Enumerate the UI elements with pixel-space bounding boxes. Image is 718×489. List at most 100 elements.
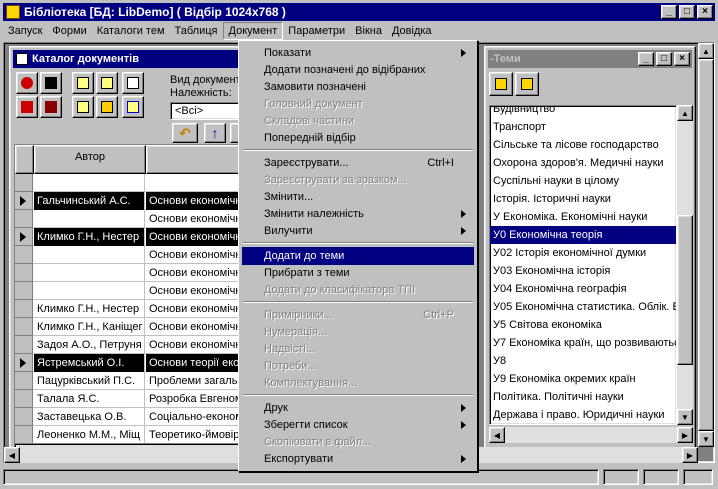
theme-tool-1[interactable] <box>489 72 513 96</box>
menu-item[interactable]: Додати до теми <box>242 247 474 265</box>
cell-author[interactable] <box>34 264 145 282</box>
theme-item[interactable]: Політика. Політичні науки <box>490 388 676 406</box>
edit-doc-button[interactable] <box>96 72 118 94</box>
row-indicator[interactable] <box>15 210 33 228</box>
menu-item[interactable]: Додати позначені до відібраних <box>242 61 474 79</box>
row-indicator[interactable] <box>15 336 33 354</box>
clear-search-button[interactable] <box>40 96 62 118</box>
themes-maximize-button[interactable]: □ <box>656 52 672 66</box>
themes-minimize-button[interactable]: _ <box>638 52 654 66</box>
maximize-button[interactable]: □ <box>679 5 695 19</box>
mdi-scroll-right[interactable]: ▶ <box>682 447 698 463</box>
menu-table[interactable]: Таблиця <box>170 22 223 40</box>
clear-filter-button[interactable] <box>16 96 38 118</box>
theme-item[interactable]: Охорона здоров'я. Медичні науки <box>490 154 676 172</box>
check-button[interactable] <box>122 96 144 118</box>
cell-author[interactable]: Задоя А.О., Петруня <box>34 336 145 354</box>
cell-author[interactable]: Талала Я.С. <box>34 390 145 408</box>
add-doc-button[interactable] <box>72 72 94 94</box>
up-button[interactable]: ↑ <box>204 123 226 143</box>
row-indicator[interactable] <box>15 426 33 444</box>
theme-item[interactable]: У03 Економічна історія <box>490 262 676 280</box>
row-indicator[interactable] <box>15 408 33 426</box>
row-indicator[interactable] <box>15 192 33 210</box>
cell-author[interactable] <box>34 210 145 228</box>
cell-author[interactable] <box>34 174 145 192</box>
row-indicator[interactable] <box>15 372 33 390</box>
menu-item[interactable]: Зареєструвати... Ctrl+I <box>242 154 474 172</box>
minimize-button[interactable]: _ <box>661 5 677 19</box>
cell-author[interactable]: Климко Г.Н., Нестер <box>34 228 145 246</box>
menu-formy[interactable]: Форми <box>47 22 91 40</box>
menu-parameters[interactable]: Параметри <box>283 22 350 40</box>
mdi-scroll-left[interactable]: ◀ <box>4 447 20 463</box>
menu-item[interactable]: Попередній відбір <box>242 129 474 147</box>
themes-close-button[interactable]: × <box>674 52 690 66</box>
filter-button[interactable] <box>16 72 38 94</box>
menu-item[interactable]: Зберегти список <box>242 416 474 434</box>
theme-item[interactable]: Історія. Історичні науки <box>490 190 676 208</box>
theme-item[interactable]: У8 <box>490 352 676 370</box>
theme-item[interactable]: Сільське та лісове господарство <box>490 136 676 154</box>
cell-author[interactable]: Гальчинський А.С. <box>34 192 145 210</box>
menu-item[interactable]: Замовити позначені <box>242 78 474 96</box>
row-indicator[interactable] <box>15 246 33 264</box>
row-indicator[interactable] <box>15 354 33 372</box>
cell-author[interactable]: Климко Г.Н., Каніщег <box>34 318 145 336</box>
menu-item[interactable]: Показати <box>242 44 474 62</box>
menu-item[interactable]: Змінити... <box>242 188 474 206</box>
theme-item[interactable]: У02 Історія економічної думки <box>490 244 676 262</box>
mdi-scroll-down[interactable]: ▼ <box>698 431 714 447</box>
close-button[interactable]: × <box>697 5 713 19</box>
scroll-down-arrow[interactable]: ▼ <box>677 409 693 425</box>
theme-item[interactable]: Будівництво <box>490 106 676 118</box>
row-indicator[interactable] <box>15 228 33 246</box>
scroll-left-arrow[interactable]: ◀ <box>489 427 505 443</box>
theme-item[interactable]: Суспільні науки в цілому <box>490 172 676 190</box>
menu-item[interactable]: Вилучити <box>242 222 474 240</box>
mdi-scroll-up[interactable]: ▲ <box>698 43 714 59</box>
menu-windows[interactable]: Вікна <box>350 22 387 40</box>
themes-hscroll[interactable]: ◀ ▶ <box>489 427 693 443</box>
theme-item[interactable]: Транспорт <box>490 118 676 136</box>
cell-author[interactable]: Леоненко М.М., Міщ <box>34 426 145 444</box>
theme-item[interactable]: У7 Економіка країн, що розвиваютьс <box>490 334 676 352</box>
theme-item[interactable]: У0 Економічна теорія <box>490 226 676 244</box>
theme-item[interactable]: Держава і право. Юридичні науки <box>490 406 676 424</box>
menu-item[interactable]: Експортувати <box>242 450 474 468</box>
cell-author[interactable]: Климко Г.Н., Нестер <box>34 300 145 318</box>
theme-tool-2[interactable] <box>515 72 539 96</box>
theme-item[interactable]: У04 Економічна географія <box>490 280 676 298</box>
menu-document[interactable]: Документ <box>222 22 284 40</box>
menu-catalogs[interactable]: Каталоги тем <box>92 22 170 40</box>
row-indicator[interactable] <box>15 390 33 408</box>
row-indicator[interactable] <box>15 264 33 282</box>
menu-item[interactable]: Друк <box>242 399 474 417</box>
cell-author[interactable]: Ястремський О.І. <box>34 354 145 372</box>
cell-author[interactable]: Заставецька О.В. <box>34 408 145 426</box>
menu-item[interactable]: Змінити належність <box>242 205 474 223</box>
card-button[interactable] <box>122 72 144 94</box>
themes-vscroll[interactable]: ▲ ▼ <box>677 105 693 425</box>
header-author[interactable]: Автор <box>34 145 146 174</box>
cell-author[interactable] <box>34 282 145 300</box>
mdi-vscroll[interactable]: ▲ ▼ <box>698 43 714 447</box>
cell-author[interactable]: Пацурківський П.С. <box>34 372 145 390</box>
menu-zapusk[interactable]: Запуск <box>3 22 47 40</box>
book-button[interactable] <box>96 96 118 118</box>
theme-item[interactable]: У05 Економічна статистика. Облік. Ек <box>490 298 676 316</box>
menu-help[interactable]: Довідка <box>387 22 437 40</box>
doc-button[interactable] <box>72 96 94 118</box>
scroll-up-arrow[interactable]: ▲ <box>677 105 693 121</box>
row-indicator[interactable] <box>15 282 33 300</box>
scroll-right-arrow[interactable]: ▶ <box>677 427 693 443</box>
cell-author[interactable] <box>34 246 145 264</box>
menu-item[interactable]: Прибрати з теми <box>242 264 474 282</box>
search-button[interactable] <box>40 72 62 94</box>
scroll-thumb[interactable] <box>677 215 693 365</box>
theme-item[interactable]: У Економіка. Економічні науки <box>490 208 676 226</box>
row-indicator[interactable] <box>15 318 33 336</box>
theme-item[interactable]: У5 Світова економіка <box>490 316 676 334</box>
row-indicator[interactable] <box>15 174 33 192</box>
back-button[interactable]: ↶ <box>172 123 198 143</box>
